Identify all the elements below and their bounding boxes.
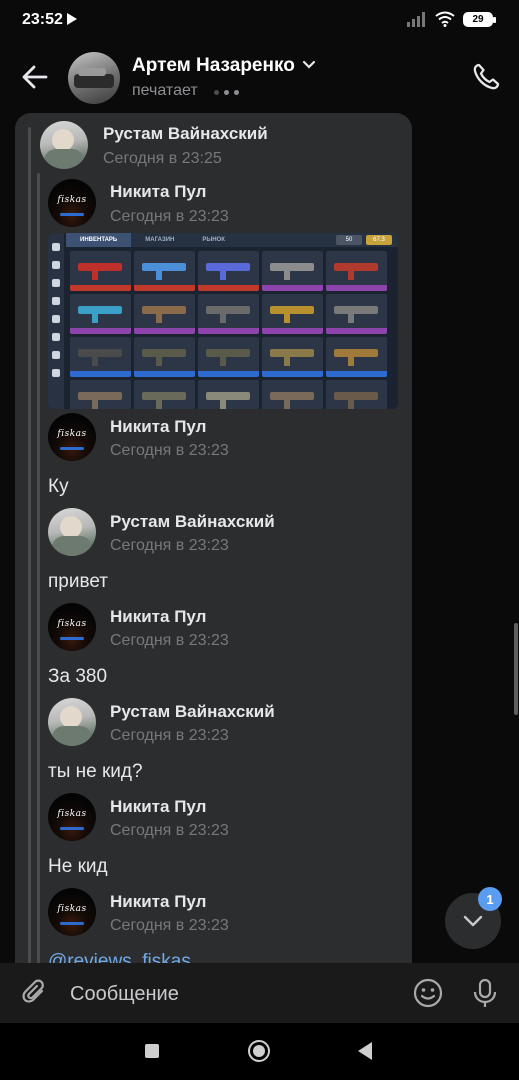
- system-navigation-bar: [0, 1023, 519, 1080]
- message-text: привет: [48, 571, 108, 592]
- inventory-item: [262, 294, 323, 334]
- message-time: Сегодня в 23:23: [110, 442, 229, 459]
- chevron-down-icon: [463, 915, 483, 927]
- avatar-logo: fiskas: [57, 429, 87, 439]
- message-author[interactable]: Никита Пул: [110, 417, 206, 437]
- phone-icon[interactable]: [471, 62, 501, 92]
- avatar[interactable]: fiskas: [48, 413, 96, 461]
- message-author[interactable]: Рустам Вайнахский: [110, 512, 275, 532]
- typing-dots: [214, 90, 239, 95]
- smile-icon[interactable]: [412, 977, 444, 1009]
- inventory-item: [70, 337, 131, 377]
- wifi-icon: [435, 11, 455, 27]
- home-button[interactable]: [248, 1040, 270, 1062]
- message-text: За 380: [48, 666, 108, 687]
- recents-button[interactable]: [145, 1044, 159, 1058]
- inventory-item: [70, 380, 131, 409]
- inventory-item: [198, 380, 259, 409]
- inventory-item: [198, 251, 259, 291]
- signal-icon: [407, 12, 425, 27]
- message-author[interactable]: Никита Пул: [110, 182, 206, 202]
- forwarded-messages-bubble[interactable]: Рустам Вайнахский Сегодня в 23:25 fiskas…: [15, 113, 412, 973]
- inventory-item: [134, 251, 195, 291]
- tab-store: МАГАЗИН: [145, 237, 175, 243]
- battery-indicator: 29: [463, 11, 496, 27]
- status-time: 23:52: [22, 11, 63, 28]
- unread-badge: 1: [478, 887, 502, 911]
- status-indicators: 29: [407, 11, 496, 27]
- forward-line: [28, 127, 31, 973]
- arrow-left-icon[interactable]: [20, 62, 50, 92]
- inventory-grid: [70, 251, 387, 409]
- status-bar: 23:52 29: [0, 0, 519, 42]
- message-composer: Сообщение: [0, 963, 519, 1023]
- message-time: Сегодня в 23:23: [110, 208, 229, 225]
- system-back-button[interactable]: [358, 1042, 372, 1060]
- inventory-item: [262, 380, 323, 409]
- message-time: Сегодня в 23:23: [110, 727, 229, 744]
- inventory-item: [262, 251, 323, 291]
- message-text: ты не кид?: [48, 761, 143, 782]
- message-author[interactable]: Рустам Вайнахский: [103, 124, 268, 144]
- game-tabs: ИНВЕНТАРЬ МАГАЗИН РЫНОК 50 67.3: [66, 233, 398, 247]
- inventory-item: [326, 380, 387, 409]
- message-text: Ку: [48, 476, 69, 497]
- inventory-item: [262, 337, 323, 377]
- inventory-item: [134, 380, 195, 409]
- game-sidebar: [48, 233, 64, 409]
- contact-avatar[interactable]: [68, 52, 120, 104]
- avatar[interactable]: [48, 698, 96, 746]
- avatar[interactable]: fiskas: [48, 888, 96, 936]
- inventory-item: [198, 294, 259, 334]
- avatar[interactable]: fiskas: [48, 603, 96, 651]
- message-time: Сегодня в 23:23: [110, 822, 229, 839]
- tab-inventory: ИНВЕНТАРЬ: [66, 233, 132, 247]
- inventory-item: [70, 251, 131, 291]
- silver-currency: 50: [336, 235, 362, 245]
- avatar-logo: fiskas: [57, 195, 87, 205]
- message-text: Не кид: [48, 856, 108, 877]
- message-author[interactable]: Рустам Вайнахский: [110, 702, 275, 722]
- inventory-item: [198, 337, 259, 377]
- inventory-item: [70, 294, 131, 334]
- avatar[interactable]: fiskas: [48, 793, 96, 841]
- avatar-logo: fiskas: [57, 809, 87, 819]
- avatar[interactable]: [40, 121, 88, 169]
- inventory-item: [326, 337, 387, 377]
- contact-name[interactable]: Артем Назаренко: [132, 55, 295, 77]
- gold-currency: 67.3: [366, 235, 392, 245]
- inventory-item: [326, 251, 387, 291]
- inventory-item: [326, 294, 387, 334]
- message-input[interactable]: Сообщение: [70, 983, 179, 1006]
- avatar[interactable]: [48, 508, 96, 556]
- message-time: Сегодня в 23:23: [110, 632, 229, 649]
- scrollbar[interactable]: [514, 623, 518, 715]
- tab-market: РЫНОК: [202, 237, 225, 243]
- game-currency: 50 67.3: [336, 235, 392, 245]
- chevron-down-icon[interactable]: [302, 60, 316, 70]
- media-play-icon: [67, 13, 77, 25]
- game-inventory-screenshot[interactable]: ИНВЕНТАРЬ МАГАЗИН РЫНОК 50 67.3: [48, 233, 398, 409]
- message-time: Сегодня в 23:23: [110, 917, 229, 934]
- microphone-icon[interactable]: [470, 977, 500, 1009]
- message-author[interactable]: Никита Пул: [110, 607, 206, 627]
- message-time: Сегодня в 23:23: [110, 537, 229, 554]
- typing-status: печатает: [132, 82, 198, 99]
- inventory-item: [134, 294, 195, 334]
- avatar-logo: fiskas: [57, 619, 87, 629]
- forward-line: [37, 173, 40, 973]
- message-time: Сегодня в 23:25: [103, 150, 222, 167]
- avatar-logo: fiskas: [57, 904, 87, 914]
- message-author[interactable]: Никита Пул: [110, 892, 206, 912]
- message-author[interactable]: Никита Пул: [110, 797, 206, 817]
- avatar[interactable]: fiskas: [48, 179, 96, 227]
- chat-header: Артем Назаренко печатает: [0, 42, 519, 112]
- inventory-item: [134, 337, 195, 377]
- paperclip-icon[interactable]: [20, 978, 50, 1008]
